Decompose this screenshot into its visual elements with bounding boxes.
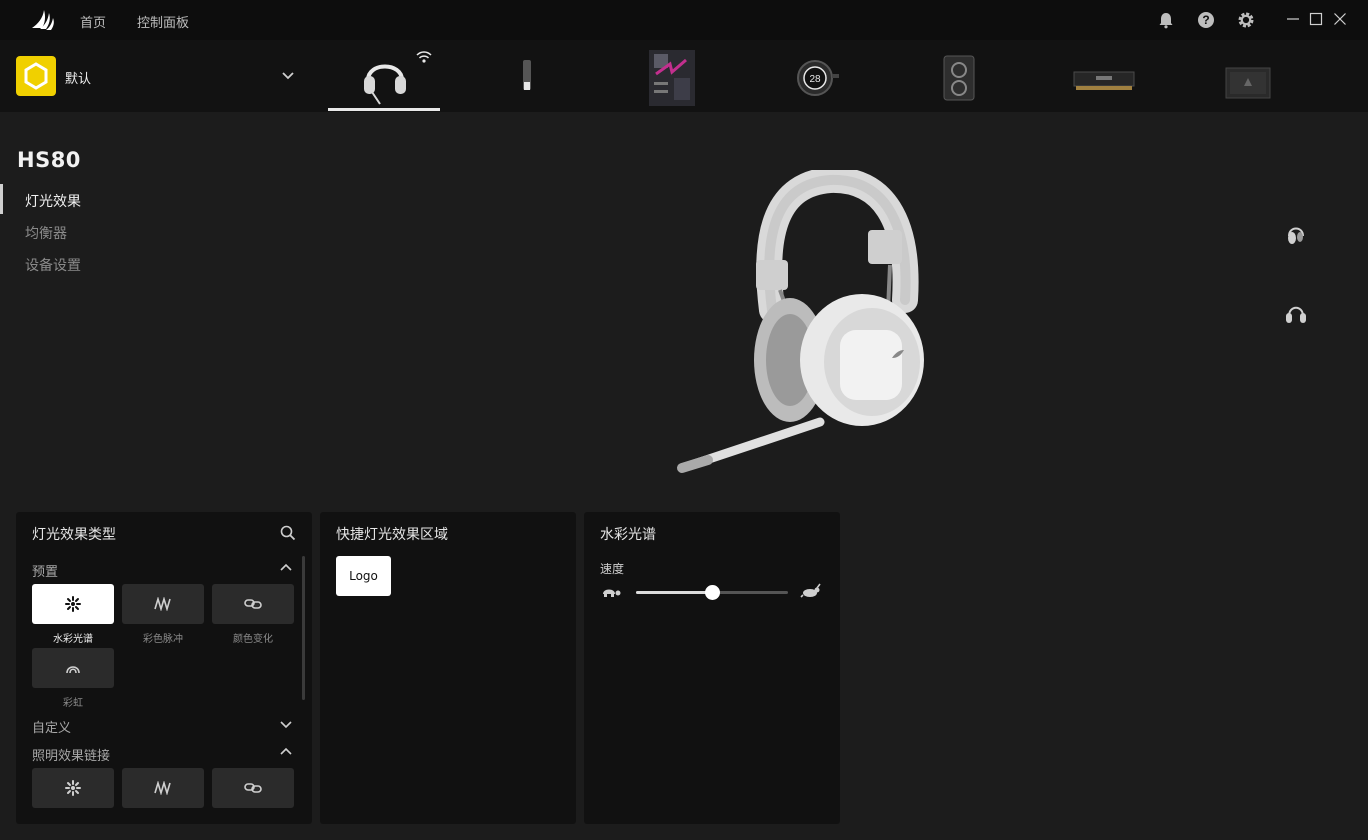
quick-lighting-zones-panel: 快捷灯光效果区域 Logo: [320, 512, 576, 824]
lighting-effect-types-panel: 灯光效果类型 预置 水彩光谱 彩色脉冲 颜色变化 彩虹 自定义 照明效果链接: [16, 512, 312, 824]
bell-icon[interactable]: [1157, 11, 1175, 29]
headset-front-view-icon[interactable]: [1284, 302, 1308, 326]
turtle-icon: [600, 585, 622, 599]
custom-section-label[interactable]: 自定义: [32, 717, 71, 736]
title-bar: 首页 控制面板 ?: [0, 0, 1368, 40]
speed-slider-thumb[interactable]: [705, 585, 720, 600]
panel-title: 灯光效果类型: [32, 527, 116, 543]
color-shift-icon: [244, 599, 262, 609]
nav-dashboard-link[interactable]: 控制面板: [137, 12, 189, 31]
speed-label: 速度: [600, 562, 625, 576]
color-shift-icon: [244, 783, 262, 793]
effect-tile-color-pulse[interactable]: [122, 584, 204, 624]
headset-render: [660, 170, 950, 490]
chevron-up-icon[interactable]: [280, 563, 292, 573]
nav-home-link[interactable]: 首页: [80, 12, 106, 31]
close-icon[interactable]: [1333, 12, 1347, 26]
speed-slider-fill: [636, 591, 712, 594]
svg-text:?: ?: [1202, 13, 1209, 27]
lighting-link-section-label[interactable]: 照明效果链接: [32, 745, 110, 764]
search-icon[interactable]: [280, 525, 296, 541]
profile-badge[interactable]: [16, 56, 56, 96]
minimize-icon[interactable]: [1286, 12, 1300, 26]
effect-label: 彩色脉冲: [143, 634, 183, 645]
rabbit-icon: [800, 583, 822, 599]
link-tile-spectrum[interactable]: [32, 768, 114, 808]
scrollbar[interactable]: [302, 556, 305, 700]
chevron-down-icon[interactable]: [280, 719, 292, 729]
gear-icon[interactable]: [1237, 11, 1255, 29]
panel-title: 快捷灯光效果区域: [336, 527, 448, 543]
device-usb-dongle[interactable]: [510, 46, 544, 108]
nav-lighting[interactable]: 灯光效果: [25, 191, 81, 211]
profile-name[interactable]: 默认: [65, 68, 91, 87]
device-title: HS80: [17, 148, 81, 172]
spectrum-icon: [65, 780, 81, 796]
zone-logo-button[interactable]: Logo: [336, 556, 391, 596]
spectrum-icon: [65, 596, 81, 612]
pulse-icon: [154, 597, 171, 611]
device-gpu[interactable]: [1222, 46, 1274, 108]
device-bar: 默认 28: [0, 40, 1368, 112]
svg-text:28: 28: [809, 74, 821, 85]
device-aio-cooler[interactable]: 28: [794, 46, 840, 108]
link-tile-color-pulse[interactable]: [122, 768, 204, 808]
help-icon[interactable]: ?: [1197, 11, 1215, 29]
speed-slider[interactable]: [636, 585, 788, 600]
effect-tile-rainbow[interactable]: [32, 648, 114, 688]
preset-section-label[interactable]: 预置: [32, 561, 58, 580]
effect-settings-panel: 水彩光谱 速度: [584, 512, 840, 824]
chevron-up-icon[interactable]: [280, 747, 292, 757]
device-headset[interactable]: [350, 46, 420, 108]
nav-device-settings[interactable]: 设备设置: [25, 255, 81, 275]
device-motherboard[interactable]: [646, 46, 698, 108]
corsair-logo-icon[interactable]: [30, 8, 56, 32]
nav-equalizer[interactable]: 均衡器: [25, 223, 67, 243]
effect-label: 颜色变化: [233, 634, 273, 645]
device-pc-case[interactable]: [940, 46, 978, 108]
device-ram-module[interactable]: [1070, 46, 1138, 108]
rainbow-icon: [66, 666, 80, 674]
effect-label: 彩虹: [63, 698, 83, 709]
pulse-icon: [154, 781, 171, 795]
maximize-icon[interactable]: [1309, 12, 1323, 26]
headset-side-view-icon[interactable]: [1284, 222, 1308, 246]
effect-tile-spectrum[interactable]: [32, 584, 114, 624]
link-tile-color-shift[interactable]: [212, 768, 294, 808]
selected-device-underline: [328, 108, 440, 111]
panel-title: 水彩光谱: [600, 527, 656, 543]
chevron-down-icon[interactable]: [281, 70, 295, 82]
active-nav-indicator: [0, 184, 3, 214]
effect-label: 水彩光谱: [53, 634, 93, 645]
wireless-icon: [416, 50, 432, 64]
effect-tile-color-shift[interactable]: [212, 584, 294, 624]
